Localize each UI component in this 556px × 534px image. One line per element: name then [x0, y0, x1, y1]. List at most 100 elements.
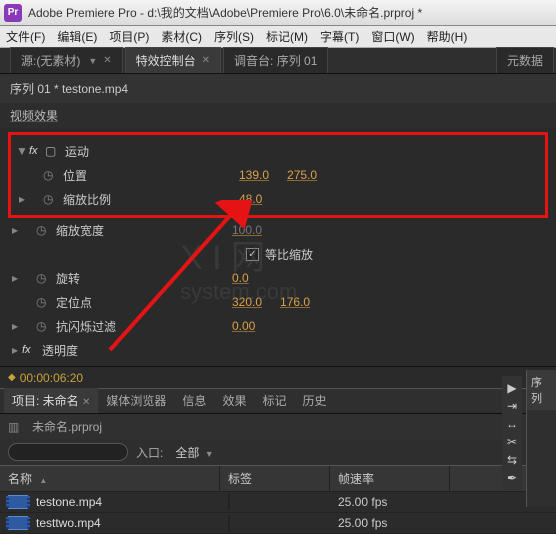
- filter-select[interactable]: 全部 ▼: [171, 444, 217, 461]
- position-x-value[interactable]: 139.0: [239, 168, 269, 182]
- label-swatch[interactable]: [228, 494, 230, 510]
- twirl-right-icon[interactable]: ▸: [15, 192, 29, 206]
- table-row[interactable]: testtwo.mp4 25.00 fps: [0, 513, 556, 534]
- titlebar-text: Adobe Premiere Pro - d:\我的文档\Adobe\Premi…: [28, 4, 422, 21]
- tab-info[interactable]: 信息: [174, 388, 214, 413]
- antiflicker-value[interactable]: 0.00: [232, 319, 255, 333]
- tab-sequence[interactable]: 序列: [527, 370, 556, 410]
- twirl-down-icon[interactable]: ▼: [15, 144, 29, 158]
- menu-edit[interactable]: 编辑(E): [51, 26, 103, 47]
- menu-project[interactable]: 项目(P): [103, 26, 155, 47]
- video-effects-header: 视频效果: [0, 103, 556, 128]
- slip-tool-icon[interactable]: ⇆: [504, 452, 520, 468]
- project-filter-row: 入口: 全部 ▼: [0, 439, 556, 465]
- clip-rate: 25.00 fps: [338, 516, 458, 530]
- app-icon: Pr: [4, 4, 22, 22]
- twirl-right-icon[interactable]: ▸: [8, 319, 22, 333]
- menu-sequence[interactable]: 序列(S): [208, 26, 260, 47]
- menu-marker[interactable]: 标记(M): [260, 26, 314, 47]
- close-icon[interactable]: ✕: [103, 55, 111, 66]
- opacity-row[interactable]: ▸ fx 透明度: [8, 338, 548, 362]
- stopwatch-icon[interactable]: ◷: [36, 271, 52, 285]
- close-icon[interactable]: ✕: [202, 55, 210, 66]
- search-input[interactable]: [8, 443, 128, 461]
- effects-body: ▼ fx ▢ 运动 ◷ 位置 139.0 275.0 ▸ ◷ 缩放比例 48.0…: [0, 128, 556, 366]
- tab-effect-controls[interactable]: 特效控制台 ✕: [125, 47, 221, 73]
- antiflicker-label: 抗闪烁过滤: [52, 318, 232, 335]
- sort-asc-icon: ▲: [39, 476, 47, 485]
- project-bin-name: 未命名.prproj: [32, 418, 102, 435]
- chevron-down-icon: ▼: [205, 449, 214, 459]
- checkbox-checked-icon[interactable]: ✓: [246, 248, 259, 261]
- tab-history[interactable]: 历史: [294, 388, 334, 413]
- tab-metadata-label: 元数据: [507, 52, 543, 69]
- tab-source[interactable]: 源:(无素材) ▼ ✕: [10, 47, 123, 73]
- timecode-value[interactable]: 00:00:06:20: [20, 371, 83, 385]
- chevron-down-icon: ▼: [88, 56, 97, 66]
- tab-metadata[interactable]: 元数据: [496, 47, 554, 73]
- col-rate[interactable]: 帧速率: [330, 466, 450, 491]
- razor-tool-icon[interactable]: ✂: [504, 434, 520, 450]
- motion-label: 运动: [61, 143, 241, 160]
- stopwatch-icon[interactable]: ◷: [36, 295, 52, 309]
- table-row[interactable]: testone.mp4 25.00 fps: [0, 492, 556, 513]
- col-label[interactable]: 标签: [220, 466, 330, 491]
- tab-marker[interactable]: 标记: [254, 388, 294, 413]
- twirl-right-icon[interactable]: ▸: [8, 271, 22, 285]
- col-name-label: 名称: [8, 472, 32, 486]
- rotation-value[interactable]: 0.0: [232, 271, 249, 285]
- stopwatch-icon[interactable]: ◷: [43, 168, 59, 182]
- tab-audio-mixer[interactable]: 调音台: 序列 01: [223, 47, 328, 73]
- menu-clip[interactable]: 素材(C): [155, 26, 208, 47]
- bin-icon: ▥: [8, 420, 26, 434]
- stopwatch-icon[interactable]: ◷: [36, 319, 52, 333]
- ripple-tool-icon[interactable]: ↔: [504, 416, 520, 432]
- position-row: ◷ 位置 139.0 275.0: [15, 163, 541, 187]
- sequence-clip-title: 序列 01 * testone.mp4: [0, 74, 556, 103]
- clip-name: testtwo.mp4: [36, 516, 228, 530]
- scale-width-label: 缩放宽度: [52, 222, 232, 239]
- panel-tabs-top: 源:(无素材) ▼ ✕ 特效控制台 ✕ 调音台: 序列 01 元数据: [0, 48, 556, 74]
- tab-media-browser[interactable]: 媒体浏览器: [98, 388, 174, 413]
- position-y-value[interactable]: 275.0: [287, 168, 317, 182]
- col-name[interactable]: 名称 ▲: [0, 466, 220, 491]
- twirl-right-icon[interactable]: ▸: [8, 343, 22, 357]
- anchor-x-value[interactable]: 320.0: [232, 295, 262, 309]
- filter-label: 入口:: [136, 444, 163, 461]
- label-swatch[interactable]: [228, 515, 230, 531]
- menu-file[interactable]: 文件(F): [0, 26, 51, 47]
- scale-row: ▸ ◷ 缩放比例 48.0: [15, 187, 541, 211]
- tab-audio-mixer-label: 调音台: 序列 01: [234, 52, 317, 69]
- tab-project-label: 项目: 未命名: [12, 394, 79, 408]
- uniform-scale-row[interactable]: ✓ 等比缩放: [8, 242, 548, 266]
- titlebar: Pr Adobe Premiere Pro - d:\我的文档\Adobe\Pr…: [0, 0, 556, 26]
- tab-source-label: 源:(无素材): [21, 52, 80, 69]
- menu-title[interactable]: 字幕(T): [314, 26, 365, 47]
- stopwatch-icon[interactable]: ◷: [43, 192, 59, 206]
- transform-icon: ▢: [45, 144, 61, 158]
- anchor-row: ◷ 定位点 320.0 176.0: [8, 290, 548, 314]
- project-tabs: 项目: 未命名 ✕ 媒体浏览器 信息 效果 标记 历史: [0, 388, 556, 414]
- fx-badge-icon: fx: [22, 344, 38, 356]
- motion-row[interactable]: ▼ fx ▢ 运动: [15, 139, 541, 163]
- project-header: ▥ 未命名.prproj 3 项: [0, 414, 556, 439]
- rotation-label: 旋转: [52, 270, 232, 287]
- scale-value[interactable]: 48.0: [239, 192, 262, 206]
- rotation-row: ▸ ◷ 旋转 0.0: [8, 266, 548, 290]
- selection-tool-icon[interactable]: ▶: [504, 380, 520, 396]
- scale-width-row: ▸ ◷ 缩放宽度 100.0: [8, 218, 548, 242]
- menu-window[interactable]: 窗口(W): [365, 26, 420, 47]
- sequence-panel-stub: 序列: [526, 370, 556, 507]
- menubar: 文件(F) 编辑(E) 项目(P) 素材(C) 序列(S) 标记(M) 字幕(T…: [0, 26, 556, 48]
- tool-strip: ▶ ⇥ ↔ ✂ ⇆ ✒: [502, 376, 522, 490]
- tab-effects[interactable]: 效果: [214, 388, 254, 413]
- tab-project[interactable]: 项目: 未命名 ✕: [4, 388, 98, 413]
- track-select-tool-icon[interactable]: ⇥: [504, 398, 520, 414]
- anchor-y-value[interactable]: 176.0: [280, 295, 310, 309]
- antiflicker-row: ▸ ◷ 抗闪烁过滤 0.00: [8, 314, 548, 338]
- tab-effect-controls-label: 特效控制台: [136, 52, 196, 69]
- menu-help[interactable]: 帮助(H): [421, 26, 474, 47]
- pen-tool-icon[interactable]: ✒: [504, 470, 520, 486]
- close-icon[interactable]: ✕: [82, 397, 90, 408]
- position-label: 位置: [59, 167, 239, 184]
